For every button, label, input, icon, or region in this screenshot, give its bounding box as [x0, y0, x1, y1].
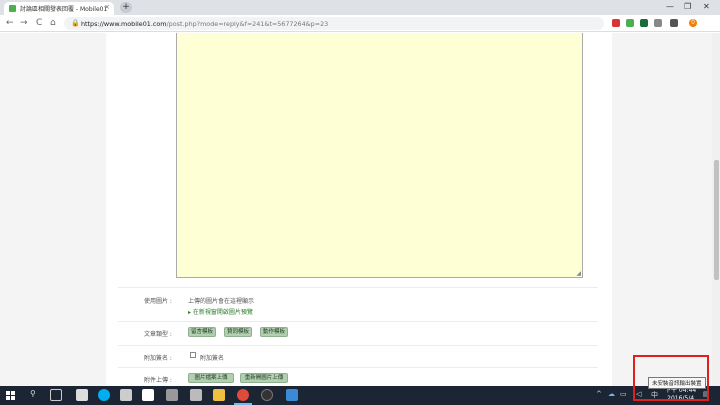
extension-pin-icon[interactable] — [670, 19, 678, 27]
template-button-2[interactable]: 贊同模板 — [224, 327, 252, 337]
url-path: /post.php?mode=reply&f=241&t=5677264&p=2… — [166, 20, 329, 28]
app-n-icon[interactable] — [166, 389, 178, 401]
file-explorer-icon[interactable] — [213, 389, 225, 401]
home-icon[interactable]: ⌂ — [50, 18, 56, 28]
template-button-1[interactable]: 留言模板 — [188, 327, 216, 337]
task-view-icon[interactable] — [50, 389, 62, 401]
windows-start-icon[interactable] — [6, 391, 15, 400]
page-viewport: ◢ 使用圖片 : 上傳的圖片會在這裡顯示 ▸ 在新視窗開啟圖片預覽 文章類型 :… — [0, 33, 720, 386]
url-text: https://www.mobile01.com/post.php?mode=r… — [81, 20, 328, 28]
signature-row: 附加簽名 : 附加簽名 — [118, 345, 598, 367]
url-host: https://www.mobile01.com — [81, 20, 167, 28]
images-label: 使用圖片 : — [144, 298, 172, 305]
post-type-row: 文章類型 : 留言模板 贊同模板 動作模板 — [118, 321, 598, 345]
extension-clock-icon[interactable] — [654, 19, 662, 27]
resize-handle-icon[interactable]: ◢ — [576, 270, 581, 277]
signature-checkbox[interactable] — [190, 352, 196, 358]
onedrive-icon[interactable]: ☁ — [608, 390, 615, 398]
app-d-icon[interactable] — [142, 389, 154, 401]
upload-image-button[interactable]: 圖片檔案上傳 — [188, 373, 234, 383]
message-textarea[interactable]: ◢ — [176, 33, 583, 278]
profile-avatar[interactable]: 0 — [689, 19, 697, 27]
attachment-row: 附件上傳 : 圖片檔案上傳 重新開圖片上傳 — [118, 367, 598, 386]
minimize-icon[interactable]: — — [666, 2, 674, 11]
new-tab-button[interactable]: + — [120, 2, 132, 13]
page-scrollbar[interactable] — [712, 33, 720, 386]
browser-toolbar: ← → C ⌂ 🔒 https://www.mobile01.com/post.… — [0, 15, 720, 32]
post-type-label: 文章類型 : — [144, 331, 172, 338]
active-tab[interactable]: 討論區相關發表回覆 - Mobile01 × — [4, 2, 114, 15]
calculator-icon[interactable] — [76, 389, 88, 401]
back-icon[interactable]: ← — [6, 18, 14, 28]
app-dark-icon[interactable] — [261, 389, 273, 401]
maximize-icon[interactable]: ❐ — [684, 2, 691, 11]
template-button-3[interactable]: 動作模板 — [260, 327, 288, 337]
windows-taskbar: ⚲ ^ ☁ ▭ ◁ 中 下午 04:44 2016/5/4 ▤ — [0, 386, 720, 405]
preview-images-link[interactable]: ▸ 在新視窗開啟圖片預覽 — [188, 307, 253, 316]
close-tab-icon[interactable]: × — [104, 3, 110, 11]
search-icon[interactable]: ⚲ — [30, 389, 36, 398]
images-text: 上傳的圖片會在這裡顯示 — [188, 298, 255, 305]
tab-strip: 討論區相關發表回覆 - Mobile01 × + — ❐ ✕ — [0, 0, 720, 15]
red-highlight-box — [633, 355, 709, 401]
forward-icon[interactable]: → — [20, 18, 28, 28]
images-row: 使用圖片 : 上傳的圖片會在這裡顯示 ▸ 在新視窗開啟圖片預覽 — [118, 287, 598, 321]
skype-icon[interactable] — [98, 389, 110, 401]
extension-mail-icon[interactable] — [626, 19, 634, 27]
mail-icon[interactable] — [120, 389, 132, 401]
app-blue-icon[interactable] — [286, 389, 298, 401]
favicon-icon — [9, 5, 16, 12]
signature-label: 附加簽名 : — [144, 355, 172, 362]
lock-icon: 🔒 — [71, 19, 80, 27]
tray-expand-icon[interactable]: ^ — [596, 390, 602, 398]
close-window-icon[interactable]: ✕ — [703, 2, 710, 11]
extension-evernote-icon[interactable] — [640, 19, 648, 27]
signature-checkbox-label: 附加簽名 — [200, 355, 225, 362]
scrollbar-thumb[interactable] — [714, 160, 719, 280]
network-icon[interactable]: ▭ — [620, 390, 627, 398]
reply-form: ◢ 使用圖片 : 上傳的圖片會在這裡顯示 ▸ 在新視窗開啟圖片預覽 文章類型 :… — [106, 33, 612, 386]
attachment-label: 附件上傳 : — [144, 377, 172, 384]
chrome-icon[interactable] — [237, 389, 249, 401]
app-gray-icon[interactable] — [190, 389, 202, 401]
reload-icon[interactable]: C — [36, 18, 42, 28]
address-bar[interactable]: 🔒 https://www.mobile01.com/post.php?mode… — [64, 17, 604, 30]
tab-title: 討論區相關發表回覆 - Mobile01 — [20, 6, 108, 13]
reupload-image-button[interactable]: 重新開圖片上傳 — [240, 373, 288, 383]
extension-opera-icon[interactable] — [612, 19, 620, 27]
